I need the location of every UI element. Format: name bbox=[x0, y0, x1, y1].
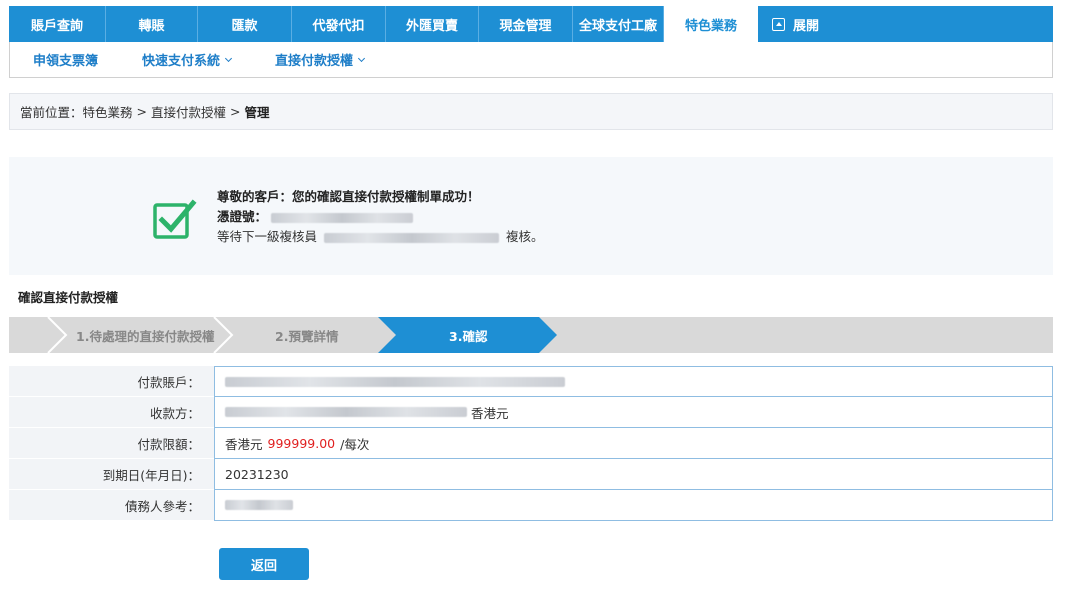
limit-label: 付款限額： bbox=[9, 428, 214, 459]
confirmation-form: 付款賬戶： 收款方： 香港元 付款限額： 香港元 999999.00 /每次 到… bbox=[9, 366, 1053, 521]
wait-line: 等待下一級複核員 複核。 bbox=[217, 227, 544, 247]
reviewer-name-redacted bbox=[324, 232, 499, 243]
subnav-item-edda[interactable]: 直接付款授權 bbox=[275, 50, 366, 69]
breadcrumb-current: 管理 bbox=[244, 105, 270, 120]
subnav-item-chequebook[interactable]: 申領支票簿 bbox=[33, 50, 98, 69]
tab-remittance[interactable]: 匯款 bbox=[198, 6, 292, 42]
limit-value: 香港元 999999.00 /每次 bbox=[214, 428, 1053, 459]
limit-currency: 香港元 bbox=[225, 436, 263, 452]
success-panel: 尊敬的客戶：您的確認直接付款授權制單成功！ 憑證號： 等待下一級複核員 複核。 bbox=[9, 157, 1053, 275]
tab-account-inquiry[interactable]: 賬戶查詢 bbox=[9, 6, 106, 42]
payer-account-value bbox=[214, 366, 1053, 397]
success-check-icon bbox=[153, 199, 197, 239]
subnav-item-label: 直接付款授權 bbox=[275, 54, 354, 69]
payee-value: 香港元 bbox=[214, 397, 1053, 428]
payer-account-label: 付款賬戶： bbox=[9, 366, 214, 397]
chevron-down-icon bbox=[358, 54, 366, 62]
breadcrumb-crumb[interactable]: 特色業務 bbox=[83, 102, 133, 121]
sub-nav: 申領支票簿 快速支付系統 直接付款授權 bbox=[9, 42, 1053, 78]
expand-label: 展開 bbox=[793, 18, 820, 34]
back-button[interactable]: 返回 bbox=[219, 548, 309, 580]
success-title: 尊敬的客戶：您的確認直接付款授權制單成功！ bbox=[217, 189, 480, 204]
expiry-value: 20231230 bbox=[214, 459, 1053, 490]
tab-forex[interactable]: 外匯買賣 bbox=[386, 6, 479, 42]
limit-unit: /每次 bbox=[340, 436, 370, 452]
limit-amount: 999999.00 bbox=[267, 435, 336, 451]
step-indicator: 1.待處理的直接付款授權 2.預覽詳情 3.確認 bbox=[9, 317, 1053, 353]
debtor-ref-value bbox=[214, 490, 1053, 521]
tab-cash-management[interactable]: 現金管理 bbox=[479, 6, 573, 42]
success-message: 尊敬的客戶：您的確認直接付款授權制單成功！ 憑證號： 等待下一級複核員 複核。 bbox=[217, 187, 544, 247]
form-row-limit: 付款限額： 香港元 999999.00 /每次 bbox=[9, 428, 1053, 459]
breadcrumb-crumb[interactable]: 直接付款授權 bbox=[151, 102, 226, 121]
top-nav: 賬戶查詢 轉賬 匯款 代發代扣 外匯買賣 現金管理 全球支付工廠 特色業務 展開 bbox=[9, 6, 1053, 42]
subnav-item-fps[interactable]: 快速支付系統 bbox=[142, 50, 233, 69]
debtor-ref-label: 債務人參考： bbox=[9, 490, 214, 521]
form-row-debtor-ref: 債務人參考： bbox=[9, 490, 1053, 521]
subnav-item-label: 申領支票簿 bbox=[33, 54, 99, 69]
step-3: 3.確認 bbox=[449, 328, 488, 344]
tab-payroll[interactable]: 代發代扣 bbox=[292, 6, 386, 42]
breadcrumb: 當前位置： 特色業務 > 直接付款授權 > 管理 bbox=[9, 93, 1053, 130]
payer-account-redacted bbox=[225, 376, 565, 387]
breadcrumb-prefix: 當前位置： bbox=[20, 105, 83, 120]
step-1: 1.待處理的直接付款授權 bbox=[76, 328, 215, 344]
payee-currency: 香港元 bbox=[471, 405, 509, 421]
step-2: 2.預覽詳情 bbox=[275, 328, 339, 344]
debtor-ref-redacted bbox=[225, 500, 293, 510]
section-title: 確認直接付款授權 bbox=[18, 290, 119, 305]
tab-transfer[interactable]: 轉賬 bbox=[106, 6, 198, 42]
form-row-payee: 收款方： 香港元 bbox=[9, 397, 1053, 428]
tab-special-services[interactable]: 特色業務 bbox=[664, 6, 758, 42]
breadcrumb-separator: > bbox=[136, 104, 148, 119]
form-row-expiry: 到期日(年月日)： 20231230 bbox=[9, 459, 1053, 490]
subnav-item-label: 快速支付系統 bbox=[142, 54, 221, 69]
payee-name-redacted bbox=[225, 407, 467, 417]
expand-icon bbox=[772, 17, 785, 31]
voucher-number-redacted bbox=[271, 212, 413, 223]
expiry-label: 到期日(年月日)： bbox=[9, 459, 214, 490]
voucher-label: 憑證號： bbox=[217, 209, 268, 224]
wait-suffix: 複核。 bbox=[505, 229, 544, 244]
wait-prefix: 等待下一級複核員 bbox=[217, 229, 318, 244]
form-row-payer-account: 付款賬戶： bbox=[9, 366, 1053, 397]
breadcrumb-separator: > bbox=[230, 104, 241, 119]
tab-global-payment[interactable]: 全球支付工廠 bbox=[573, 6, 664, 42]
chevron-down-icon bbox=[224, 54, 233, 62]
payee-label: 收款方： bbox=[9, 397, 214, 428]
expand-button[interactable]: 展開 bbox=[758, 6, 938, 42]
voucher-line: 憑證號： bbox=[217, 207, 544, 227]
